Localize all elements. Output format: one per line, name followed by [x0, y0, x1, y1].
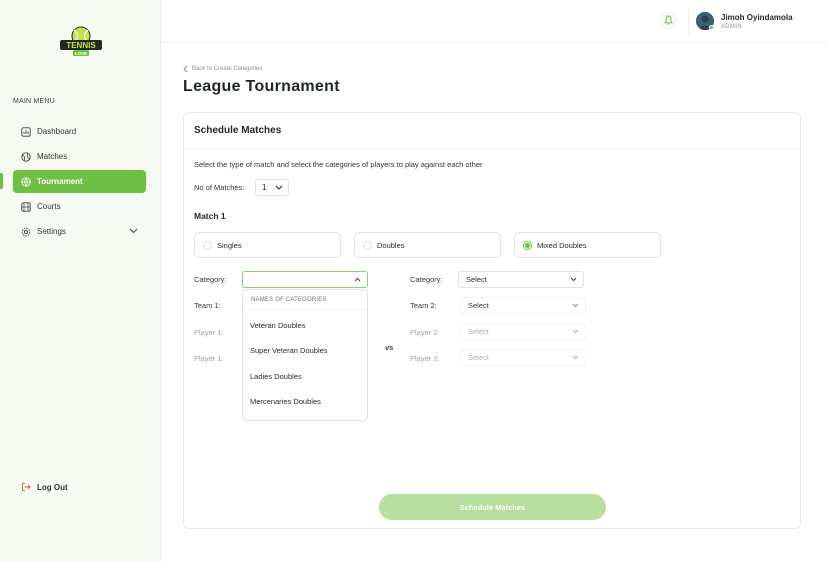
user-name: Jimoh Oyindamola: [721, 13, 793, 22]
sidebar-item-label: Tournament: [37, 177, 83, 186]
logout-button[interactable]: Log Out: [21, 482, 68, 492]
player-2a-select[interactable]: Select: [460, 323, 586, 340]
team-2-value: Select: [468, 301, 489, 310]
num-matches-label: No of Matches:: [194, 183, 245, 192]
logout-label: Log Out: [37, 482, 68, 492]
sidebar-item-label: Settings: [37, 227, 66, 236]
chevron-down-icon: [275, 183, 283, 192]
sidebar-item-matches[interactable]: Matches: [13, 145, 146, 168]
page-title: League Tournament: [183, 78, 340, 95]
dropdown-divider: [243, 309, 367, 310]
radio-button[interactable]: [363, 240, 372, 250]
match-type-mixed-doubles[interactable]: Mixed Doubles: [514, 232, 661, 258]
card-title: Schedule Matches: [194, 125, 282, 136]
globe-icon: [21, 176, 31, 187]
chevron-down-icon[interactable]: [129, 227, 138, 236]
logo-subtext: LOVE: [75, 51, 87, 56]
chevron-up-icon: [354, 275, 361, 284]
team-2-select[interactable]: Select: [460, 297, 586, 314]
logo-text: TENNIS: [66, 41, 96, 50]
online-status-dot: [709, 25, 714, 30]
chevron-down-icon: [570, 275, 577, 284]
back-link[interactable]: Back to Create Categories: [183, 65, 262, 73]
num-matches-select[interactable]: 1: [255, 179, 289, 196]
back-link-label: Back to Create Categories: [192, 66, 263, 72]
schedule-matches-card: Schedule Matches Select the type of matc…: [183, 112, 801, 529]
category-1-select[interactable]: [242, 271, 368, 288]
sidebar-item-settings[interactable]: Settings: [13, 220, 146, 243]
chevron-down-icon: [572, 353, 579, 362]
schedule-matches-button[interactable]: Schedule Matches: [379, 494, 606, 520]
match-type-doubles[interactable]: Doubles: [354, 232, 501, 258]
user-role: ADMIN: [721, 24, 742, 30]
radio-button-selected[interactable]: [523, 240, 532, 250]
dropdown-option[interactable]: Mercenaries Doubles: [250, 397, 321, 406]
chevron-left-icon: [183, 65, 188, 73]
player-2a-value: Select: [468, 327, 489, 336]
player-1a-label: Player 1:: [194, 328, 224, 337]
chevron-down-icon: [572, 327, 579, 336]
category-dropdown-menu: NAMES OF CATEGORIES Veteran Doubles Supe…: [242, 289, 368, 421]
team-1-label: Team 1:: [194, 301, 221, 310]
match-title: Match 1: [194, 211, 226, 221]
category-2-select[interactable]: Select: [458, 271, 584, 288]
sidebar-item-tournament[interactable]: Tournament: [13, 170, 146, 193]
sidebar-item-label: Dashboard: [37, 127, 77, 136]
instructions-text: Select the type of match and select the …: [194, 160, 483, 169]
dashboard-icon: [21, 126, 31, 137]
card-divider: [184, 148, 800, 149]
player-2b-select[interactable]: Select: [460, 349, 586, 366]
dropdown-option[interactable]: Veteran Doubles: [250, 321, 305, 330]
team-2-label: Team 2:: [410, 301, 437, 310]
logout-icon: [21, 482, 31, 492]
sidebar-item-dashboard[interactable]: Dashboard: [13, 120, 146, 143]
dropdown-header: NAMES OF CATEGORIES: [251, 297, 327, 303]
main-menu-heading: MAIN MENU: [13, 98, 55, 105]
player-2a-label: Player 2:: [410, 328, 440, 337]
player-1b-label: Player 1:: [194, 354, 224, 363]
gear-icon: [21, 227, 31, 237]
sidebar-item-label: Matches: [37, 152, 68, 161]
sidebar-item-label: Courts: [37, 202, 61, 211]
top-header: Jimoh Oyindamola ADMIN: [161, 0, 828, 43]
active-nav-marker: [0, 173, 3, 189]
versus-label: vs: [385, 343, 394, 352]
match-type-label: Singles: [217, 240, 242, 250]
bell-icon: [663, 12, 673, 30]
header-divider: [688, 8, 689, 35]
sidebar-item-courts[interactable]: Courts: [13, 195, 146, 218]
match-type-label: Mixed Doubles: [537, 240, 587, 250]
category-1-label: Category:: [194, 275, 227, 284]
match-type-label: Doubles: [377, 240, 405, 250]
court-icon: [21, 201, 31, 212]
player-2b-label: Player 2:: [410, 354, 440, 363]
radio-button[interactable]: [203, 240, 212, 250]
sidebar: TENNIS LOVE MAIN MENU Dashboard Matches …: [0, 0, 161, 561]
match-type-singles[interactable]: Singles: [194, 232, 341, 258]
player-2b-value: Select: [468, 353, 489, 362]
num-matches-value: 1: [262, 183, 267, 192]
tennis-ball-icon: [21, 151, 31, 162]
tennis-love-logo[interactable]: TENNIS LOVE: [59, 26, 103, 58]
category-2-value: Select: [466, 275, 487, 284]
category-2-label: Category:: [410, 275, 443, 284]
dropdown-option[interactable]: Ladies Doubles: [250, 372, 302, 381]
chevron-down-icon: [572, 301, 579, 310]
dropdown-option[interactable]: Super Veteran Doubles: [250, 346, 328, 355]
notification-button[interactable]: [659, 12, 677, 30]
